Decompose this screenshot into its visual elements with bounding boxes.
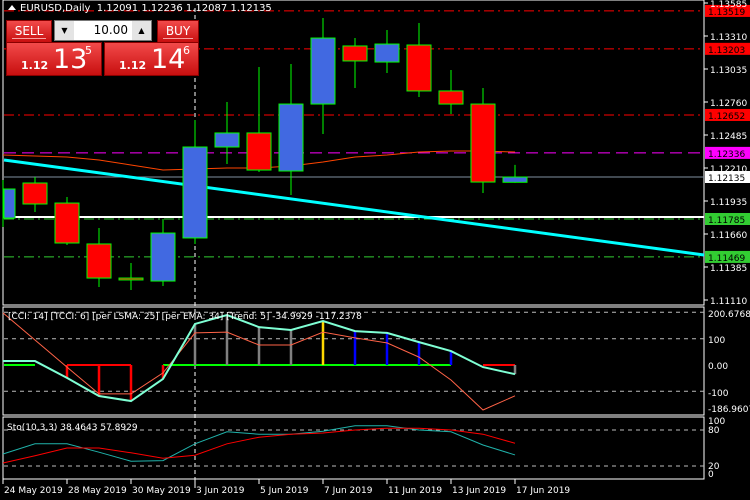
buy-price-box[interactable]: 1.12 14 6 — [104, 42, 199, 76]
time-tick-label: 11 Jun 2019 — [388, 486, 442, 496]
lot-size-stepper[interactable]: ▼ ▲ — [54, 20, 152, 41]
candle — [118, 277, 144, 281]
time-tick-label: 5 Jun 2019 — [260, 486, 309, 496]
price-tick-label: 1.13585 — [710, 0, 747, 10]
candle — [54, 202, 80, 244]
buy-price-big: 14 — [151, 44, 186, 75]
stoch-tick-label: 80 — [708, 426, 720, 436]
price-tick-label: 1.13035 — [710, 66, 747, 76]
price-tick-label: 1.11660 — [710, 231, 747, 241]
candle — [150, 232, 176, 282]
candle — [438, 90, 464, 105]
collapse-triangle-icon[interactable] — [8, 5, 16, 10]
time-tick-label: 13 Jun 2019 — [452, 486, 506, 496]
price-tick-label: 1.11110 — [710, 297, 747, 307]
time-tick-label: 28 May 2019 — [68, 486, 127, 496]
stoch-label: Sto(10,3,3) 38.4643 57.8929 — [7, 423, 138, 433]
price-tick-label: 1.12485 — [710, 132, 747, 142]
candle — [470, 103, 496, 183]
stoch-tick-label: 0 — [708, 470, 714, 480]
candle — [342, 45, 368, 62]
cci-indicator-panel[interactable] — [2, 312, 517, 411]
cci-panel-frame — [2, 306, 705, 416]
ohlc-close: 1.12135 — [230, 3, 272, 14]
price-level-badge-text: 1.12652 — [708, 112, 745, 122]
price-level-badge-text: 1.11469 — [708, 254, 745, 264]
sell-price-sup: 5 — [85, 44, 92, 57]
ohlc-low: 1.12087 — [185, 3, 228, 14]
buy-price-sup: 6 — [183, 44, 190, 57]
cci-tick-label: -186.9607 — [708, 405, 750, 415]
cci-tick-label: -100 — [708, 389, 729, 399]
ohlc-high: 1.12236 — [141, 3, 183, 14]
sell-price-big: 13 — [53, 44, 88, 75]
symbol-timeframe: EURUSD,Daily — [20, 3, 91, 14]
price-tick-label: 1.13310 — [710, 33, 747, 43]
chart-header: EURUSD,Daily 1.12091 1.12236 1.12087 1.1… — [8, 3, 272, 14]
time-tick-label: 24 May 2019 — [4, 486, 63, 496]
candle — [374, 43, 400, 63]
candle — [502, 176, 528, 183]
price-tick-label: 1.12760 — [710, 99, 747, 109]
price-level-badge-text: 1.11785 — [708, 216, 745, 226]
candle — [86, 243, 112, 279]
price-level-badge-text: 1.13203 — [708, 46, 745, 56]
trendline — [3, 158, 705, 257]
ohlc-open: 1.12091 — [96, 3, 139, 14]
candle — [214, 132, 240, 148]
cci-tick-label: 100 — [708, 336, 725, 346]
price-tick-label: 1.11385 — [710, 264, 747, 274]
candle — [22, 182, 48, 205]
buy-price-prefix: 1.12 — [119, 59, 147, 72]
price-tick-label: 1.11935 — [710, 198, 747, 208]
price-level-badge-text: 1.12336 — [708, 150, 745, 160]
time-tick-label: 30 May 2019 — [132, 486, 191, 496]
sell-price-box[interactable]: 1.12 13 5 — [6, 42, 102, 76]
cci-tick-label: 200.6768 — [708, 310, 750, 320]
price-tick-label: 1.12210 — [710, 165, 747, 175]
buy-label: BUY — [162, 24, 194, 39]
time-tick-label: 17 Jun 2019 — [516, 486, 570, 496]
candle — [182, 146, 208, 239]
cci-label: [CCI: 14] [TCCI: 6] [per LSMA: 25] [per … — [8, 312, 362, 322]
candle — [406, 44, 432, 92]
buy-button[interactable]: BUY — [157, 20, 199, 43]
lot-size-input[interactable] — [74, 21, 132, 40]
sell-price-prefix: 1.12 — [21, 59, 49, 72]
sell-button[interactable]: SELL — [6, 20, 52, 43]
decrease-lot-button[interactable]: ▼ — [55, 21, 74, 40]
candle — [3, 188, 16, 219]
sell-label: SELL — [11, 24, 47, 39]
cci-tick-label: 0.00 — [708, 362, 728, 372]
candle — [310, 37, 336, 105]
candle — [246, 132, 272, 171]
price-level-badge-text: 1.12135 — [708, 174, 745, 184]
time-tick-label: 7 Jun 2019 — [324, 486, 373, 496]
stoch-signal-line — [2, 427, 516, 464]
increase-lot-button[interactable]: ▲ — [132, 21, 151, 40]
time-tick-label: 3 Jun 2019 — [196, 486, 245, 496]
candle — [278, 103, 304, 172]
